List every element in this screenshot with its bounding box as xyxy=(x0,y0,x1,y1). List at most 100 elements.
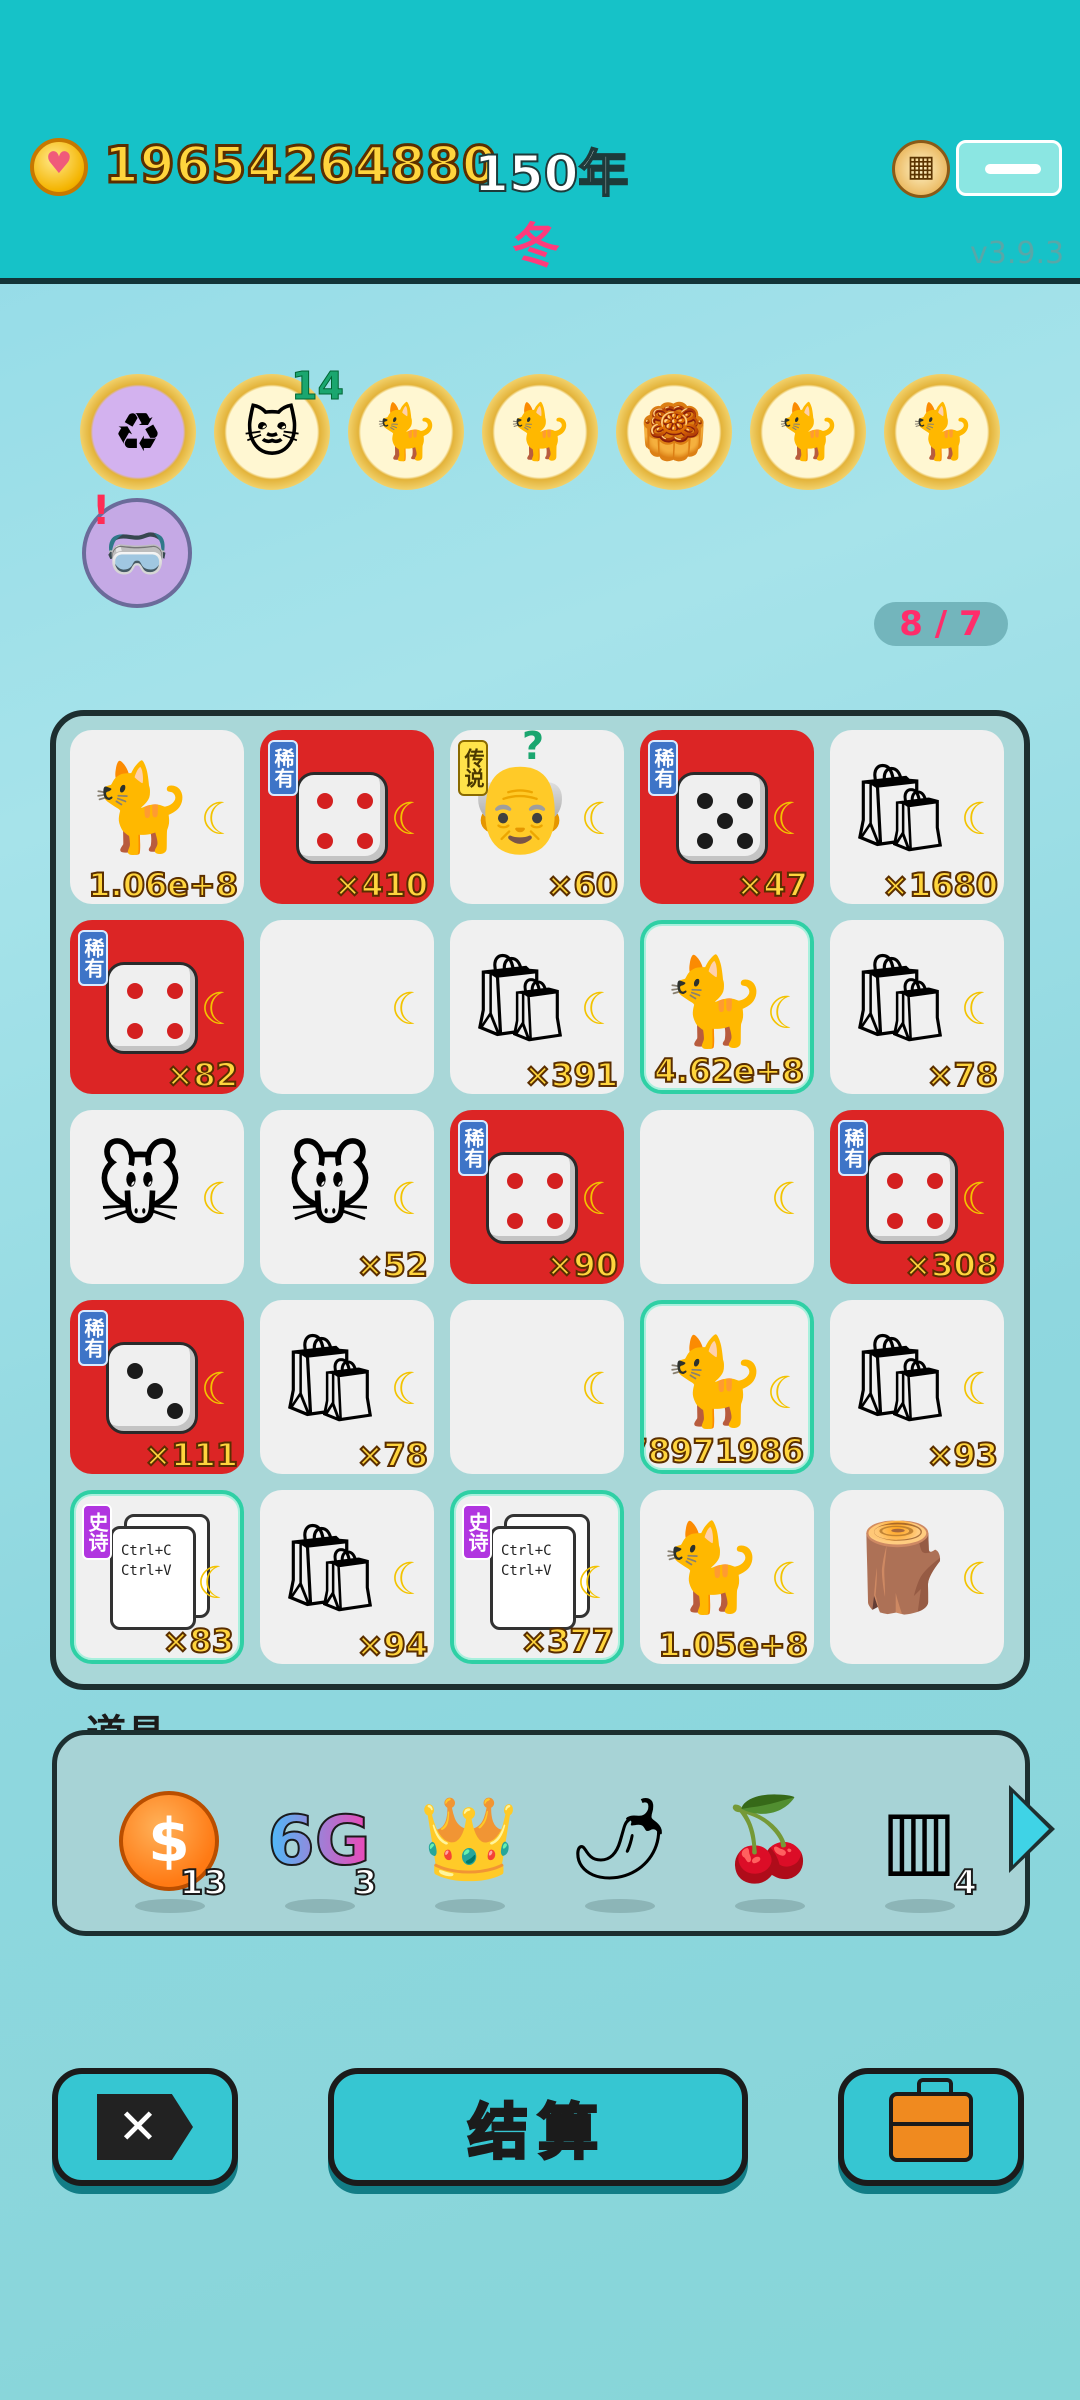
bag-icon: 🛍 xyxy=(275,1328,385,1428)
sticker-glyph: 🥮 xyxy=(640,400,708,463)
paste-text: Ctrl+V xyxy=(501,1563,552,1579)
cat-pair-icon[interactable]: 🐈 xyxy=(884,374,1000,490)
tile-count: 1.06e+8 xyxy=(87,865,239,904)
mouse-icon: 🐭 xyxy=(95,1138,185,1238)
dice-pip xyxy=(547,1173,563,1189)
tile-oldman[interactable]: 👴 ☾ 传说? ×60 xyxy=(450,730,624,904)
moon-icon: ☾ xyxy=(390,794,430,845)
rarity-tag: 史诗 xyxy=(462,1504,492,1560)
sticker-glyph: 🐱 xyxy=(243,400,301,464)
dice-pip xyxy=(737,833,753,849)
alert-mark: ! xyxy=(92,488,111,534)
moon-icon: ☾ xyxy=(390,1554,430,1605)
tile-bag[interactable]: 🛍 ☾ ×391 xyxy=(450,920,624,1094)
tool-glyph: 🌶 xyxy=(568,1792,670,1885)
tool-shadow xyxy=(735,1899,805,1913)
coin-dollar-icon[interactable]: $13 xyxy=(109,1787,229,1913)
token-button[interactable] xyxy=(892,140,950,198)
tile-copy[interactable]: Ctrl+C Ctrl+V ☾ 史诗 ×377 xyxy=(450,1490,624,1664)
cat-icon: 🐈 xyxy=(660,1332,768,1432)
dice-pip xyxy=(147,1383,163,1399)
sticker-glyph: 🐈 xyxy=(908,400,976,463)
tile-bag[interactable]: 🛍 ☾ ×78 xyxy=(260,1300,434,1474)
cat-pair-icon[interactable]: 🐈 xyxy=(750,374,866,490)
moon-icon: ☾ xyxy=(960,1174,1000,1225)
moon-icon: ☾ xyxy=(196,1558,236,1609)
tile-count: ×90 xyxy=(546,1245,619,1284)
cat-sprout-icon[interactable]: 🐱 14 xyxy=(214,364,344,490)
dice-icon xyxy=(106,1342,198,1434)
tile-cat[interactable]: 🐈 ☾ 78971986 xyxy=(640,1300,814,1474)
recycle-icon[interactable]: ♻ xyxy=(80,374,196,490)
tile-count: ×377 xyxy=(519,1621,615,1660)
tool-shadow xyxy=(585,1899,655,1913)
tile-empty[interactable]: ☾ xyxy=(450,1300,624,1474)
moon-icon: ☾ xyxy=(766,1368,806,1419)
tile-count: ×111 xyxy=(143,1435,239,1474)
cat-icon: 🐈 xyxy=(656,1518,764,1618)
lychee-icon[interactable]: 🍒 xyxy=(709,1787,829,1913)
tile-copy[interactable]: Ctrl+C Ctrl+V ☾ 史诗 ×83 xyxy=(70,1490,244,1664)
chili-icon[interactable]: 🌶 xyxy=(559,1787,679,1913)
top-bar: 19654264880 150年 冬 v3.9.3 xyxy=(0,0,1080,284)
moon-icon: ☾ xyxy=(390,1364,430,1415)
tool-quantity: 13 xyxy=(179,1862,228,1904)
tile-log[interactable]: 🪵 ☾ xyxy=(830,1490,1004,1664)
dice-pip xyxy=(127,983,143,999)
tile-bag[interactable]: 🛍 ☾ ×93 xyxy=(830,1300,1004,1474)
mouse-icon: 🐭 xyxy=(285,1138,375,1238)
tile-mouse[interactable]: 🐭 ☾ xyxy=(70,1110,244,1284)
tile-dice[interactable]: ☾ 稀有 ×47 xyxy=(640,730,814,904)
tile-cat[interactable]: 🐈 ☾ 1.06e+8 xyxy=(70,730,244,904)
moon-icon: ☾ xyxy=(960,984,1000,1035)
tile-count: ×391 xyxy=(523,1055,619,1094)
dice-pip xyxy=(887,1213,903,1229)
tile-dice[interactable]: ☾ 稀有 ×90 xyxy=(450,1110,624,1284)
moon-icon: ☾ xyxy=(580,794,620,845)
dice-pip xyxy=(927,1173,943,1189)
tile-cat[interactable]: 🐈 ☾ 4.62e+8 xyxy=(640,920,814,1094)
next-arrow-icon[interactable] xyxy=(1001,1785,1061,1875)
tile-cat[interactable]: 🐈 ☾ 1.05e+8 xyxy=(640,1490,814,1664)
tile-bag[interactable]: 🛍 ☾ ×94 xyxy=(260,1490,434,1664)
tile-dice[interactable]: ☾ 稀有 ×410 xyxy=(260,730,434,904)
tile-empty[interactable]: ☾ xyxy=(640,1110,814,1284)
rarity-tag: 稀有 xyxy=(268,740,298,796)
sticker-glyph: 🐈 xyxy=(372,400,440,463)
tile-dice[interactable]: ☾ 稀有 ×82 xyxy=(70,920,244,1094)
moon-icon: ☾ xyxy=(580,984,620,1035)
dice-pip xyxy=(127,1363,143,1379)
cat-pair-icon[interactable]: 🐈 xyxy=(348,374,464,490)
settle-button[interactable]: 结算 xyxy=(328,2068,748,2186)
moon-icon: ☾ xyxy=(960,1364,1000,1415)
tile-bag[interactable]: 🛍 ☾ ×1680 xyxy=(830,730,1004,904)
dice-pip xyxy=(317,833,333,849)
tool-shadow xyxy=(435,1899,505,1913)
rarity-tag: 稀有 xyxy=(648,740,678,796)
copy-text: Ctrl+C xyxy=(501,1543,552,1559)
sixg-icon[interactable]: 6G 3 xyxy=(259,1787,379,1913)
briefcase-icon xyxy=(889,2078,973,2162)
moon-icon: ☾ xyxy=(960,1554,1000,1605)
cat-pair-icon[interactable]: 🐈 xyxy=(482,374,598,490)
eyepatch-icon[interactable]: ! 🥽 xyxy=(82,488,192,608)
tile-count: ×83 xyxy=(162,1621,235,1660)
dice-pip xyxy=(507,1213,523,1229)
bag-button[interactable] xyxy=(838,2068,1024,2186)
dice-pip xyxy=(697,833,713,849)
dice-pip xyxy=(697,793,713,809)
tile-empty[interactable]: ☾ xyxy=(260,920,434,1094)
key-toggle-button[interactable] xyxy=(956,140,1062,196)
rare-cards-icon[interactable]: ▥ 4 xyxy=(859,1787,979,1913)
tile-dice[interactable]: ☾ 稀有 ×308 xyxy=(830,1110,1004,1284)
tile-dice[interactable]: ☾ 稀有 ×111 xyxy=(70,1300,244,1474)
sticker-glyph: 🐈 xyxy=(506,400,574,463)
mooncake-icon[interactable]: 🥮 xyxy=(616,374,732,490)
bag-icon: 🛍 xyxy=(845,948,955,1048)
tile-mouse[interactable]: 🐭 ☾ ×52 xyxy=(260,1110,434,1284)
close-button[interactable]: ✕ xyxy=(52,2068,238,2186)
tile-count: ×78 xyxy=(356,1435,429,1474)
crown-icon[interactable]: 👑 xyxy=(409,1787,529,1913)
tile-count: 4.62e+8 xyxy=(653,1051,805,1090)
tile-bag[interactable]: 🛍 ☾ ×78 xyxy=(830,920,1004,1094)
